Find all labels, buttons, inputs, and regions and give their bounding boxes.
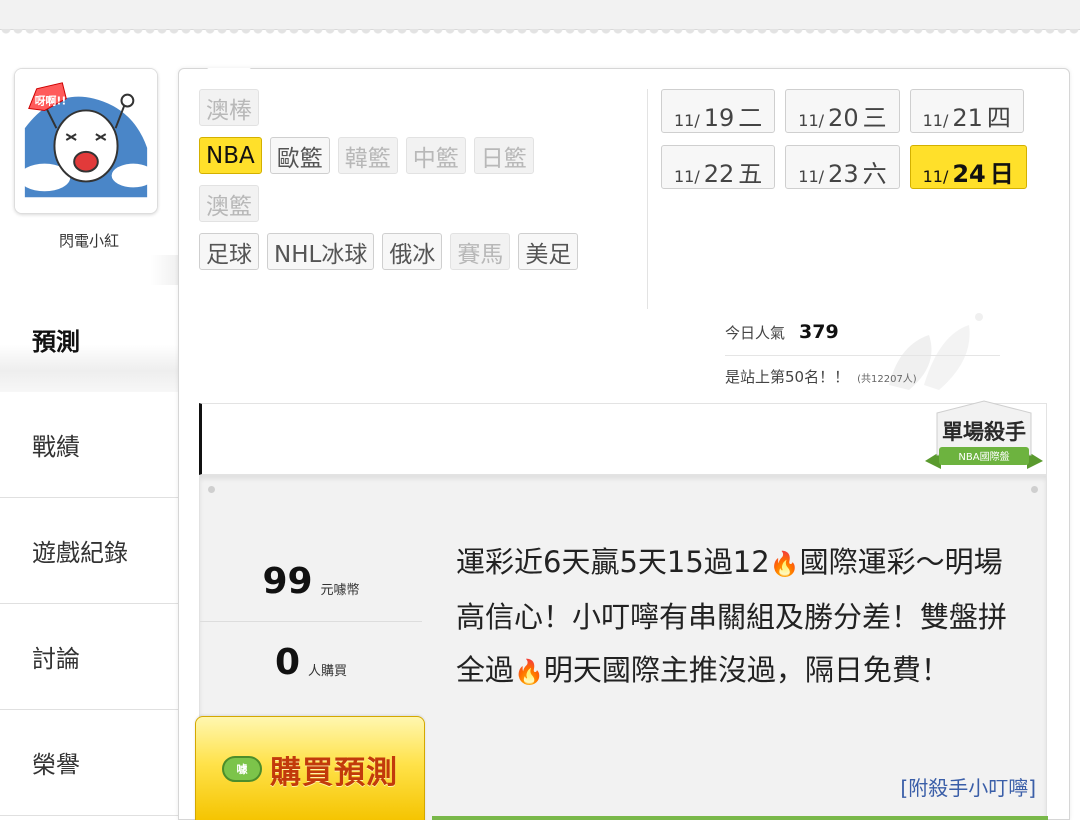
date-chip[interactable]: 11/21 四 [909,89,1024,133]
popularity-panel: 今日人氣 379 是站上第50名！！ (共12207人) [725,321,1005,387]
date-weekday: 三 [862,104,887,132]
date-month: 11/ [674,167,700,186]
date-month: 11/ [922,167,949,186]
user-name[interactable]: 閃電小紅 [0,230,178,251]
avatar-image: 呀啊!! [15,69,157,213]
date-month: 11/ [798,111,825,130]
buyers-unit: 人購買 [308,663,348,679]
league-row: 足球 NHL冰球 俄冰 賽馬 美足 [199,233,649,270]
sidebar: 呀啊!! 閃電小紅 預測 戰績 遊戲紀錄 討論 榮譽 [0,60,178,820]
league-chip[interactable]: 澳棒 [199,89,259,126]
date-filter: 11/19 二 11/20 三 11/21 四 11/22 五 11/23 六 11/24… [661,89,1061,201]
league-chip[interactable]: 俄冰 [382,233,443,270]
description-part: 明天國際主推沒過，隔日免費！ [543,653,950,687]
date-weekday: 日 [989,160,1014,188]
buy-button-label: 購買預測 [270,754,398,791]
prediction-stats: 99 元噱幣 0 人購買 [200,542,422,702]
buy-prediction-button[interactable]: 噱 購買預測 [195,716,425,820]
league-chip[interactable]: 日籃 [473,137,534,174]
buyers-row: 0 人購買 [200,622,422,702]
league-row: 澳籃 [199,185,649,222]
date-row: 11/19 二 11/20 三 11/21 四 [661,89,1061,133]
date-chip-selected[interactable]: 11/24 日 [909,145,1027,189]
league-chip[interactable]: NHL冰球 [267,233,375,270]
date-day: 22 [703,160,735,188]
popularity-divider [725,355,1000,356]
sidebar-shadow [150,255,178,285]
sidebar-item-predictions[interactable]: 預測 [0,286,178,392]
sidebar-item-honors[interactable]: 榮譽 [0,710,178,816]
coin-icon: 噱 [222,756,262,782]
prediction-description: 運彩近6天贏5天15過12🔥國際運彩～明場高信心！小叮嚀有串關組及勝分差！雙盤拼… [456,536,1016,699]
date-day: 21 [952,104,983,132]
date-month: 11/ [674,111,700,130]
card-bottom-bar [432,816,1048,820]
rank-text: 是站上第50名！！ [725,368,850,386]
description-part: 運彩近6天贏5天15過12 [456,545,770,579]
date-chip[interactable]: 11/20 三 [785,89,900,133]
date-chip[interactable]: 11/19 二 [661,89,776,133]
date-weekday: 五 [738,160,763,188]
price-value: 99 [262,561,313,602]
date-chip[interactable]: 11/22 五 [661,145,776,189]
league-chip[interactable]: 賽馬 [450,233,511,270]
date-month: 11/ [798,167,825,186]
league-row: 澳棒 [199,89,649,126]
sidebar-item-discussion[interactable]: 討論 [0,604,178,710]
single-game-killer-badge: 單場殺手 NBA國際盤 [925,400,1043,469]
sidebar-item-record[interactable]: 戰績 [0,392,178,498]
card-pin [208,486,215,493]
popularity-label: 今日人氣 [725,324,786,342]
date-chip[interactable]: 11/23 六 [785,145,900,189]
badge-subtitle: NBA國際盤 [958,450,1009,463]
league-chip[interactable]: 美足 [518,233,579,270]
fire-icon: 🔥 [769,550,800,578]
league-chip[interactable]: 韓籃 [337,137,398,174]
date-weekday: 六 [862,160,887,188]
date-weekday: 二 [738,104,763,132]
badge-title: 單場殺手 [942,420,1026,444]
league-chip[interactable]: 中籃 [405,137,466,174]
fire-icon: 🔥 [514,658,544,686]
card-pin [1031,486,1038,493]
league-filter: 澳棒 NBA 歐籃 韓籃 中籃 日籃 澳籃 足球 NHL冰球 俄冰 賽馬 美足 [199,89,649,281]
sidebar-item-game-log[interactable]: 遊戲紀錄 [0,498,178,604]
price-unit: 元噱幣 [320,583,360,598]
killer-tips-link[interactable]: [附殺手小叮嚀] [900,772,1036,801]
date-day: 19 [703,104,735,132]
buyers-count: 0 [274,641,301,683]
main-panel: 澳棒 NBA 歐籃 韓籃 中籃 日籃 澳籃 足球 NHL冰球 俄冰 賽馬 美足 … [178,68,1070,820]
league-chip[interactable]: NBA [199,137,262,174]
popularity-today: 今日人氣 379 [725,321,1005,347]
date-row: 11/22 五 11/23 六 11/24 日 [661,145,1061,189]
total-users: (共12207人) [857,374,917,385]
date-month: 11/ [922,111,949,130]
league-chip[interactable]: 足球 [199,233,259,270]
prediction-card: 99 元噱幣 0 人購買 噱 購買預測 運彩近6天贏5天15過12🔥國際運彩～明… [195,475,1048,820]
sidebar-menu: 預測 戰績 遊戲紀錄 討論 榮譽 [0,286,178,816]
filter-divider [647,89,648,309]
league-chip[interactable]: 澳籃 [199,185,259,222]
league-chip[interactable]: 歐籃 [269,137,330,174]
price-row: 99 元噱幣 [200,542,422,622]
date-day: 23 [828,160,859,188]
avatar-caption: 呀啊!! [35,95,67,108]
avatar[interactable]: 呀啊!! [14,68,158,214]
date-day: 20 [828,104,859,132]
date-day: 24 [952,160,986,188]
popularity-count: 379 [799,321,839,343]
popularity-rank: 是站上第50名！！ (共12207人) [725,366,1005,387]
date-weekday: 四 [986,104,1011,132]
top-banner-strip [0,0,1080,35]
league-row: NBA 歐籃 韓籃 中籃 日籃 [199,137,649,174]
